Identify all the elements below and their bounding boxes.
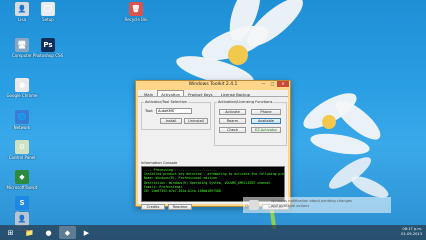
desktop-icon-network[interactable]: 🌐 Network	[4, 110, 40, 130]
desktop-icon-chrome[interactable]: ● Google Chrome	[4, 78, 40, 98]
desktop-icon-label: Google Chrome	[6, 93, 38, 98]
notification-icon	[249, 200, 259, 210]
desktop-icon-chrome-icon: ●	[15, 78, 29, 92]
desktop-icon-label: Setup	[42, 17, 54, 22]
uninstall-button[interactable]: Uninstall	[184, 118, 208, 124]
notification-text-2: and available actions	[271, 204, 310, 208]
licensing-group: Activation/Licensing Functions Activate …	[214, 100, 287, 146]
taskbar-media[interactable]: ▶	[78, 226, 95, 239]
tab-product-keys[interactable]: Product Keys	[184, 90, 217, 97]
credits-button[interactable]: Credits	[141, 204, 165, 210]
check-button[interactable]: Check	[219, 127, 246, 133]
close-button[interactable]: ✕	[277, 81, 289, 87]
desktop-icon-label: Photoshop CS6	[32, 53, 64, 58]
desktop-icon-photoshop-icon: Ps	[41, 38, 55, 52]
desktop-icon-network-icon: 🌐	[15, 110, 29, 124]
desktop-icon-label: Control Panel	[8, 155, 36, 160]
clock-date: 01-09-2013	[401, 232, 422, 236]
licensing-group-label: Activation/Licensing Functions	[217, 100, 274, 104]
taskbar-chrome[interactable]: ●	[40, 226, 57, 239]
ez-activator-button[interactable]: EZ-Activator	[251, 127, 281, 133]
desktop-icon-user-icon: 👤	[15, 212, 29, 226]
desktop-icon-computer-icon: 🖥	[15, 38, 29, 52]
tab-activation[interactable]: Activation	[157, 90, 185, 97]
tool-label: Tool:	[145, 109, 154, 113]
available-button[interactable]: Available	[251, 118, 281, 124]
desktop-icon-control-icon: ⚙	[15, 140, 29, 154]
maximize-button[interactable]: □	[268, 81, 277, 87]
desktop-icon-lisa-icon: 👤	[15, 2, 29, 16]
tab-license-backup[interactable]: License Backup	[217, 90, 254, 97]
taskbar-toolkit[interactable]: ◆	[59, 226, 76, 239]
window-client: Main Activation Product Keys License Bac…	[138, 90, 289, 210]
taskbar-explorer[interactable]: 📁	[21, 226, 38, 239]
desktop-icon-label: MicrosoftToolkit	[6, 185, 38, 190]
desktop-icon-2[interactable]: 🗔 Setup	[30, 2, 66, 22]
activator-group: Activator/Tool Selection Tool: AutoKMS I…	[141, 100, 211, 130]
phone-button[interactable]: Phone	[251, 109, 281, 115]
toolkit-window[interactable]: Windows Toolkit 2.4.1 — □ ✕ Main Activat…	[135, 80, 291, 210]
system-tray[interactable]: 08:17 p.m. 01-09-2013	[401, 227, 422, 237]
rearm-button[interactable]: Rearm	[219, 118, 246, 124]
desktop-icon-toolkit[interactable]: ◆ MicrosoftToolkit	[4, 170, 40, 190]
start-button[interactable]: ⊞	[2, 226, 19, 239]
minimize-button[interactable]: —	[259, 81, 268, 87]
desktop-icon-3[interactable]: 🗑 Recycle Bin	[118, 2, 154, 22]
desktop-icon-label: Recycle Bin	[124, 17, 148, 22]
desktop-icon-control[interactable]: ⚙ Control Panel	[4, 140, 40, 160]
tab-strip: Main Activation Product Keys License Bac…	[138, 90, 288, 97]
desktop-icon-2-icon: 🗔	[41, 2, 55, 16]
title-bar[interactable]: Windows Toolkit 2.4.1 — □ ✕	[136, 81, 290, 90]
notification-toast[interactable]: Windows notification about pending chang…	[243, 197, 391, 213]
readme-button[interactable]: Readme	[168, 204, 192, 210]
desktop-icon-photoshop[interactable]: Ps Photoshop CS6	[30, 38, 66, 58]
taskbar: ⊞ 📁 ● ◆ ▶ 08:17 p.m. 01-09-2013	[0, 225, 426, 240]
activate-button[interactable]: Activate	[219, 109, 246, 115]
console-label: Information Console	[141, 161, 178, 165]
desktop-icon-toolkit-icon: ◆	[15, 170, 29, 184]
install-button[interactable]: Install	[160, 118, 182, 124]
taskbar-items: ⊞ 📁 ● ◆ ▶	[0, 226, 95, 239]
desktop-icon-3-icon: 🗑	[129, 2, 143, 16]
console-line: ID: 2de67392-b7a7-462a-b1ca-108dd189f588	[144, 189, 221, 194]
desktop-icon-skype-icon: S	[15, 196, 29, 210]
desktop-icon-label: Network	[13, 125, 31, 130]
tab-main[interactable]: Main	[140, 90, 157, 97]
activator-group-label: Activator/Tool Selection	[144, 100, 189, 104]
tool-select[interactable]: AutoKMS	[156, 108, 192, 114]
